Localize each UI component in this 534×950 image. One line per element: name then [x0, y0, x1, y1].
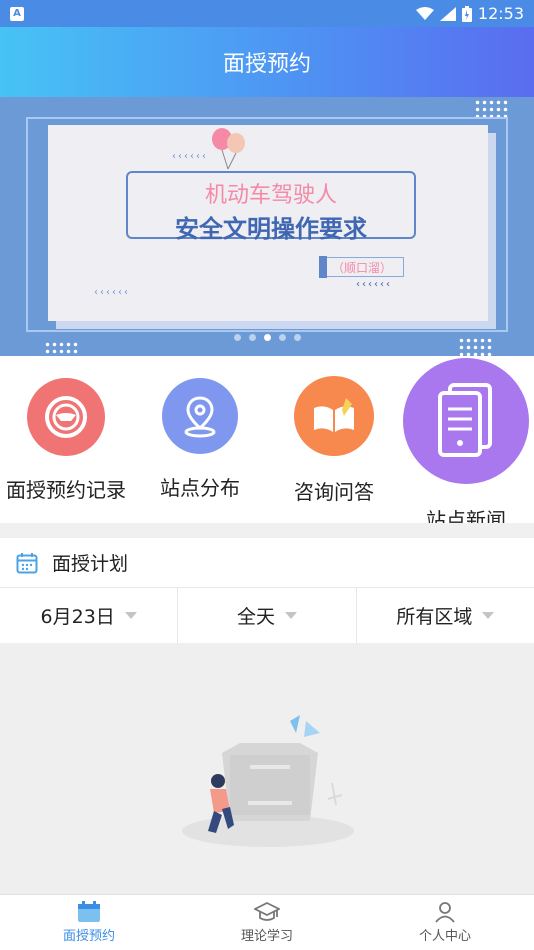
signal-icon: [439, 6, 456, 21]
area-filter-dropdown[interactable]: 所有区域: [357, 588, 534, 643]
time-filter-dropdown[interactable]: 全天: [178, 588, 357, 643]
banner-carousel[interactable]: ‹‹‹‹‹‹ ‹‹‹‹‹‹ ‹‹‹‹‹‹ 机动车驾驶人 安全文明操作要求 （顺口…: [0, 97, 534, 356]
location-pin-icon: [184, 396, 216, 438]
chevron-down-icon: [482, 612, 495, 619]
open-book-icon: [314, 398, 354, 432]
banner-tag: （顺口溜）: [319, 256, 404, 278]
area-filter-value: 所有区域: [396, 606, 473, 628]
quick-item-label: 站点新闻: [426, 508, 506, 523]
balloons-icon: [212, 128, 245, 170]
decorative-dots: [474, 99, 510, 119]
bottom-tab-bar: 面授预约 理论学习 个人中心: [0, 894, 534, 950]
plan-title: 面授计划: [52, 553, 129, 575]
banner-subheadline: 安全文明操作要求: [175, 215, 367, 243]
plan-section: 面授计划 6月23日 全天 所有区域: [0, 538, 534, 643]
app-notification-icon: A: [10, 6, 24, 21]
battery-icon: [461, 5, 472, 22]
plan-header: 面授计划: [0, 538, 534, 588]
calendar-icon: [16, 552, 38, 573]
status-bar: A 12:53: [0, 0, 534, 27]
carousel-dot[interactable]: [293, 334, 301, 341]
carousel-dot[interactable]: [233, 334, 241, 341]
person-icon: [435, 902, 455, 923]
carousel-dot[interactable]: [248, 334, 256, 341]
decorative-arrows: ‹‹‹‹‹‹: [356, 279, 392, 290]
quick-item-label: 咨询问答: [294, 480, 374, 504]
chevron-down-icon: [124, 612, 137, 619]
tab-personal-center[interactable]: 个人中心: [356, 895, 534, 950]
tab-label: 理论学习: [240, 929, 293, 944]
quick-item-consultation[interactable]: 咨询问答: [284, 376, 384, 505]
page-title: 面授预约: [222, 52, 311, 77]
tab-appointment[interactable]: 面授预约: [0, 895, 178, 950]
wifi-icon: [415, 6, 434, 20]
graduation-cap-icon: [254, 901, 280, 921]
quick-item-station-map[interactable]: 站点分布: [150, 378, 250, 501]
empty-inbox-illustration: [182, 715, 354, 847]
quick-item-station-news[interactable]: 站点新闻: [402, 358, 530, 523]
carousel-indicators: [0, 334, 534, 341]
carousel-dot[interactable]: [278, 334, 286, 341]
date-filter-dropdown[interactable]: 6月23日: [0, 588, 179, 643]
quick-actions: 面授预约记录 站点分布 咨询问答 站点新闻: [0, 356, 534, 523]
date-filter-value: 6月23日: [40, 606, 115, 628]
empty-state: [0, 643, 534, 894]
plan-filters: 6月23日 全天 所有区域: [0, 588, 534, 643]
quick-item-appointment-records[interactable]: 面授预约记录: [4, 378, 128, 503]
tab-label: 面授预约: [62, 929, 115, 944]
chevron-down-icon: [285, 612, 297, 619]
decorative-dots: [44, 341, 80, 356]
document-stack-icon: [438, 383, 492, 457]
quick-item-label: 面授预约记录: [6, 478, 126, 502]
banner-title-box: 机动车驾驶人 安全文明操作要求: [126, 171, 416, 243]
decorative-arrows: ‹‹‹‹‹‹: [94, 287, 130, 298]
banner-headline: 机动车驾驶人: [204, 183, 337, 208]
tab-label: 个人中心: [418, 929, 471, 944]
steering-wheel-icon: [45, 396, 87, 438]
calendar-icon: [78, 901, 100, 922]
time-filter-value: 全天: [236, 606, 275, 628]
carousel-dot-active[interactable]: [263, 334, 271, 341]
tab-theory-study[interactable]: 理论学习: [178, 895, 356, 950]
decorative-arrows: ‹‹‹‹‹‹: [172, 151, 208, 162]
quick-item-label: 站点分布: [160, 476, 240, 500]
clock: 12:53: [477, 4, 524, 23]
app-header: 面授预约: [0, 27, 534, 97]
